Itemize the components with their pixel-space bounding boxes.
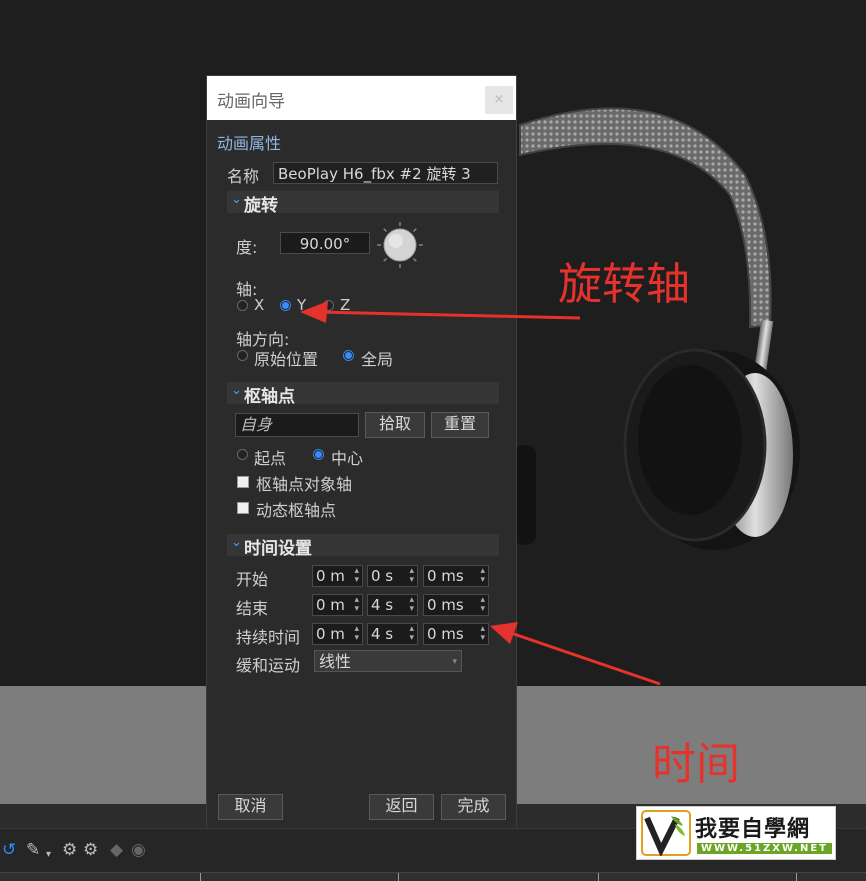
logo-text: 我要自學網 (695, 817, 811, 842)
dynamic-pivot-checkbox[interactable] (237, 502, 249, 514)
dialog-titlebar[interactable]: 动画向导 × (207, 76, 516, 120)
spinner-arrows-icon[interactable]: ▴ ▾ (480, 596, 485, 614)
chevron-down-icon: ⌄ (231, 383, 242, 398)
timeline-ruler[interactable] (0, 872, 866, 881)
back-button[interactable]: 返回 (369, 794, 434, 820)
name-label: 名称 (227, 167, 260, 186)
pivot-start-radio[interactable] (237, 449, 248, 460)
object-axis-label: 枢轴点对象轴 (256, 475, 353, 494)
end-label: 结束 (236, 599, 269, 618)
end-minutes-value: 0 m (316, 596, 345, 614)
pivot-center-radio[interactable] (313, 449, 324, 460)
reset-button[interactable]: 重置 (431, 412, 489, 438)
duration-ms-value: 0 ms (427, 625, 464, 643)
spinner-arrows-icon[interactable]: ▴ ▾ (409, 596, 414, 614)
pivot-center-label: 中心 (331, 449, 364, 468)
time-header-label: 时间设置 (244, 539, 312, 559)
name-field[interactable]: BeoPlay H6_fbx #2 旋转 3 (273, 162, 498, 184)
logo-v-icon (641, 810, 691, 856)
spinner-arrows-icon[interactable]: ▴ ▾ (480, 567, 485, 585)
easing-label: 缓和运动 (236, 656, 301, 675)
easing-value: 线性 (319, 652, 352, 671)
spinner-arrows-icon[interactable]: ▴ ▾ (480, 625, 485, 643)
direction-global-label: 全局 (361, 350, 394, 369)
chevron-down-icon: ⌄ (231, 535, 242, 550)
end-ms-input[interactable]: 0 ms ▴ ▾ (423, 594, 489, 616)
duration-minutes-value: 0 m (316, 625, 345, 643)
end-seconds-input[interactable]: 4 s ▴ ▾ (367, 594, 418, 616)
end-ms-value: 0 ms (427, 596, 464, 614)
spinner-arrows-icon[interactable]: ▴ ▾ (354, 625, 359, 643)
duration-ms-input[interactable]: 0 ms ▴ ▾ (423, 623, 489, 645)
start-minutes-value: 0 m (316, 567, 345, 585)
headphones-model (514, 107, 800, 550)
undo-icon[interactable]: ↺ (2, 841, 16, 859)
brush-icon[interactable]: ✎ (26, 841, 40, 859)
duration-seconds-value: 4 s (371, 625, 394, 643)
properties-label: 动画属性 (217, 134, 282, 153)
site-logo: 我要自學網 WWW.51ZXW.NET (636, 806, 836, 860)
start-seconds-value: 0 s (371, 567, 394, 585)
pick-button[interactable]: 拾取 (365, 412, 425, 438)
pivot-header-label: 枢轴点 (244, 387, 295, 407)
dynamic-pivot-label: 动态枢轴点 (256, 501, 337, 520)
close-icon[interactable]: × (485, 86, 513, 114)
end-minutes-input[interactable]: 0 m ▴ ▾ (312, 594, 363, 616)
start-minutes-input[interactable]: 0 m ▴ ▾ (312, 565, 363, 587)
start-seconds-input[interactable]: 0 s ▴ ▾ (367, 565, 418, 587)
chevron-down-icon[interactable]: ▾ (46, 846, 51, 864)
finish-button[interactable]: 完成 (441, 794, 506, 820)
spinner-arrows-icon[interactable]: ▴ ▾ (409, 567, 414, 585)
easing-select[interactable]: 线性 ▾ (314, 650, 462, 672)
duration-minutes-input[interactable]: 0 m ▴ ▾ (312, 623, 363, 645)
pivot-field[interactable]: 自身 (235, 413, 359, 437)
degree-label-text: 度: (236, 238, 258, 257)
direction-original-radio[interactable] (237, 350, 248, 361)
rotation-header-label: 旋转 (244, 196, 278, 216)
dialog-title: 动画向导 (217, 92, 285, 112)
start-ms-input[interactable]: 0 ms ▴ ▾ (423, 565, 489, 587)
object-axis-checkbox[interactable] (237, 476, 249, 488)
axis-y-radio[interactable] (280, 300, 291, 311)
annotation-time: 时间 (652, 739, 740, 790)
axis-x-label: X (254, 296, 265, 314)
animation-wizard-dialog: 动画向导 × 动画属性 名称 BeoPlay H6_fbx #2 旋转 3 ⌄ … (206, 75, 517, 830)
axis-x-radio[interactable] (237, 300, 248, 311)
time-section-header[interactable]: ⌄ 时间设置 (227, 534, 499, 559)
logo-url: WWW.51ZXW.NET (697, 843, 832, 854)
direction-global-radio[interactable] (343, 350, 354, 361)
axis-z-radio[interactable] (323, 300, 334, 311)
pivot-section-header[interactable]: ⌄ 枢轴点 (227, 382, 499, 407)
end-seconds-value: 4 s (371, 596, 394, 614)
play-settings-icon[interactable]: ⚙ (83, 841, 98, 859)
chevron-down-icon: ⌄ (231, 192, 242, 207)
pivot-start-label: 起点 (254, 449, 287, 468)
cancel-button[interactable]: 取消 (218, 794, 283, 820)
spinner-arrows-icon[interactable]: ▴ ▾ (354, 567, 359, 585)
shape-icon[interactable]: ◆ (110, 841, 123, 859)
rotation-dial[interactable] (375, 220, 425, 270)
direction-original-label: 原始位置 (254, 350, 319, 369)
start-label: 开始 (236, 570, 269, 589)
duration-label: 持续时间 (236, 628, 301, 647)
spinner-arrows-icon[interactable]: ▴ ▾ (409, 625, 414, 643)
duration-seconds-input[interactable]: 4 s ▴ ▾ (367, 623, 418, 645)
annotation-rotation-axis: 旋转轴 (558, 259, 690, 310)
spinner-arrows-icon[interactable]: ▴ ▾ (354, 596, 359, 614)
start-ms-value: 0 ms (427, 567, 464, 585)
chevron-down-icon: ▾ (452, 657, 457, 667)
axis-y-label: Y (297, 296, 307, 314)
gear-icon[interactable]: ⚙ (62, 841, 77, 859)
axis-z-label: Z (340, 296, 351, 314)
record-icon[interactable]: ◉ (131, 841, 146, 859)
rotation-section-header[interactable]: ⌄ 旋转 (227, 191, 499, 216)
degree-input[interactable]: 90.00° (280, 232, 370, 254)
